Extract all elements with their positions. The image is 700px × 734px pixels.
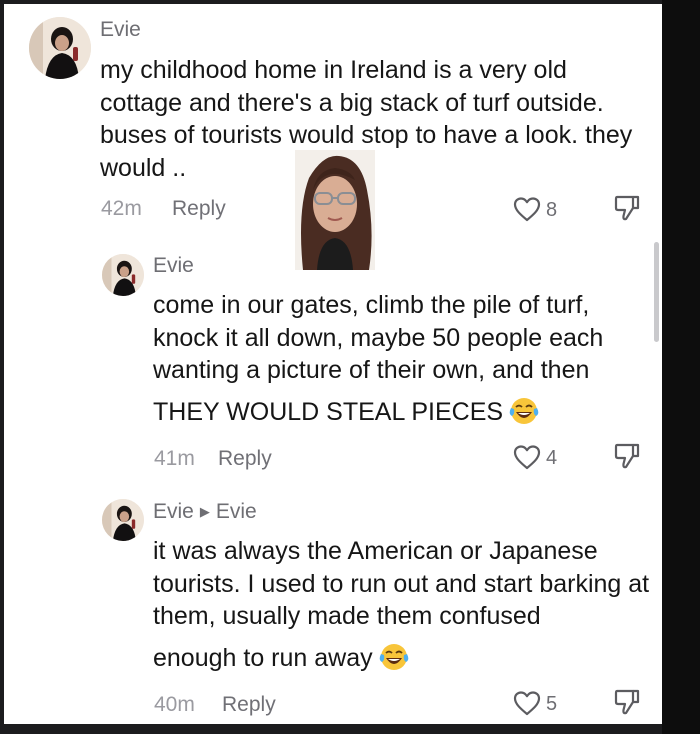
comment-text-line: enough to run away xyxy=(153,642,633,675)
comment-text-caps: THEY WOULD STEAL PIECES xyxy=(153,398,504,426)
avatar-photo xyxy=(102,499,144,541)
screen-edge xyxy=(662,0,700,734)
comment-text: my childhood home in Ireland is a very o… xyxy=(100,56,633,182)
tears-of-joy-emoji xyxy=(509,398,539,424)
like-count: 8 xyxy=(546,199,558,221)
comment-time: 41m xyxy=(154,447,195,470)
video-overlay-photo[interactable] xyxy=(295,150,375,270)
thumbs-down-icon[interactable] xyxy=(613,441,641,471)
comment-author-line: Evie ▶ Evie xyxy=(153,500,257,524)
comment-author[interactable]: Evie xyxy=(100,18,141,42)
avatar-photo xyxy=(102,254,144,296)
heart-outline-icon[interactable] xyxy=(512,443,542,471)
triangle-right-icon: ▶ xyxy=(199,504,210,519)
comment-author[interactable]: Evie xyxy=(153,500,194,523)
reply-to-author[interactable]: Evie xyxy=(216,500,257,523)
comment-text: come in our gates, climb the pile of tur… xyxy=(153,291,604,384)
comment-author[interactable]: Evie xyxy=(153,254,194,278)
avatar-photo xyxy=(29,17,91,79)
comment-text-end: enough to run away xyxy=(153,644,373,672)
avatar[interactable] xyxy=(102,499,144,541)
thumbs-down-icon[interactable] xyxy=(613,687,641,717)
reply-button[interactable]: Reply xyxy=(172,197,226,221)
heart-outline-icon[interactable] xyxy=(512,195,542,223)
thumbs-down-icon[interactable] xyxy=(613,193,641,223)
reply-button[interactable]: Reply xyxy=(222,693,276,717)
avatar[interactable] xyxy=(29,17,91,79)
comment-time: 40m xyxy=(154,693,195,716)
comment-time: 42m xyxy=(101,197,142,220)
comment-thread: Evie my childhood home in Ireland is a v… xyxy=(4,4,662,724)
person-photo xyxy=(295,150,375,270)
tears-of-joy-emoji xyxy=(379,644,408,670)
avatar[interactable] xyxy=(102,254,144,296)
comment-text: it was always the American or Japanese t… xyxy=(153,537,650,630)
comment-text-line: THEY WOULD STEAL PIECES xyxy=(153,396,633,429)
scrollbar[interactable] xyxy=(654,242,659,342)
like-count: 5 xyxy=(546,693,558,715)
reply-button[interactable]: Reply xyxy=(218,447,272,471)
like-count: 4 xyxy=(546,447,558,469)
heart-outline-icon[interactable] xyxy=(512,689,542,717)
